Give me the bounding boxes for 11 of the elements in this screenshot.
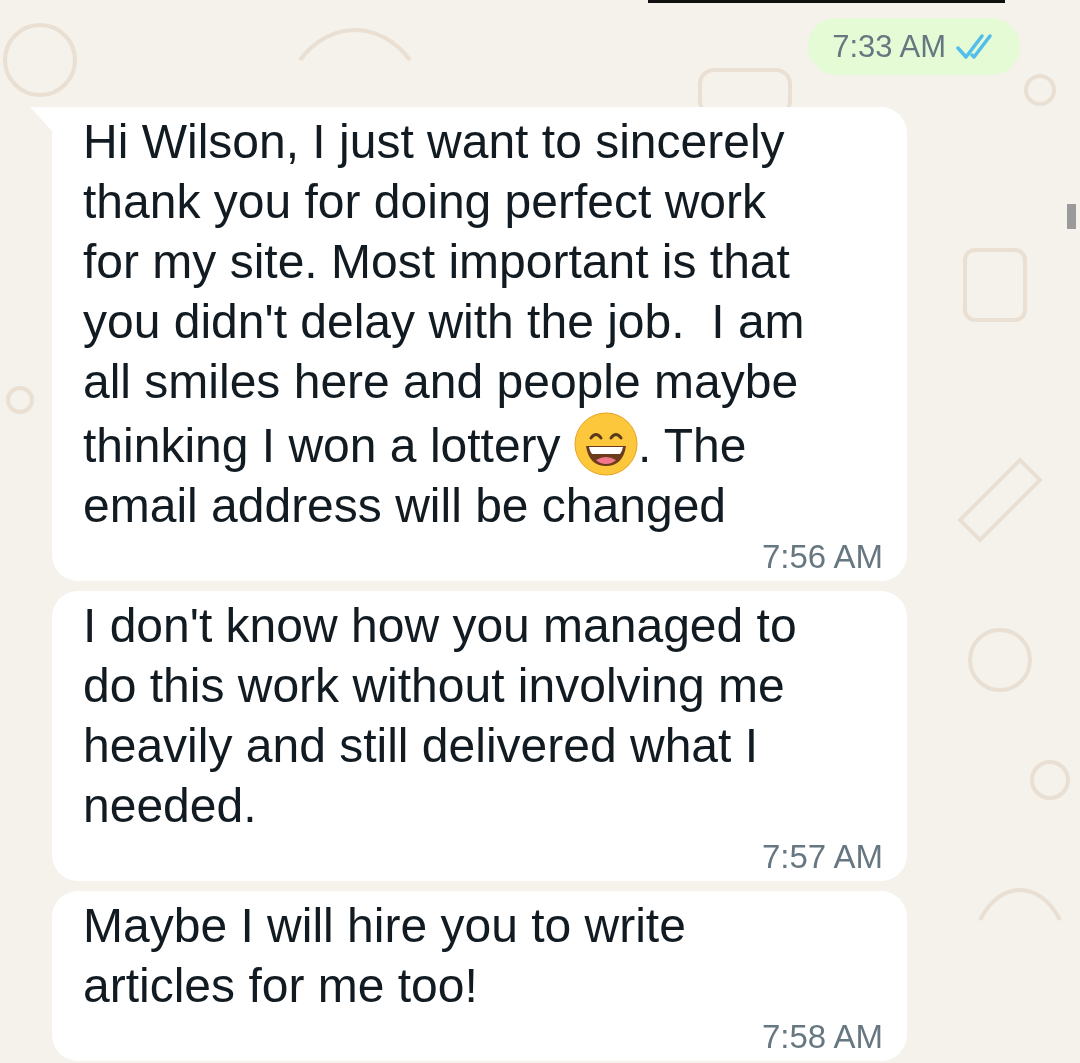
message-time: 7:56 AM (761, 540, 883, 573)
message-text: thinking I won a lottery (83, 419, 562, 472)
message-text: email address will be changed (83, 478, 728, 534)
message-text: Maybe I will hire you to write articles for me too! (83, 898, 687, 1014)
message-time: 7:33 AM (832, 28, 946, 65)
smiley-icon (573, 412, 638, 476)
message-text: . The (637, 419, 747, 472)
message-time: 7:57 AM (761, 840, 883, 873)
message-time: 7:58 AM (761, 1020, 883, 1053)
message-text: I don't know how you managed to do this work without involving me heavily and still delivered what I needed. (83, 598, 798, 834)
scrollbar-thumb[interactable] (1067, 204, 1076, 229)
